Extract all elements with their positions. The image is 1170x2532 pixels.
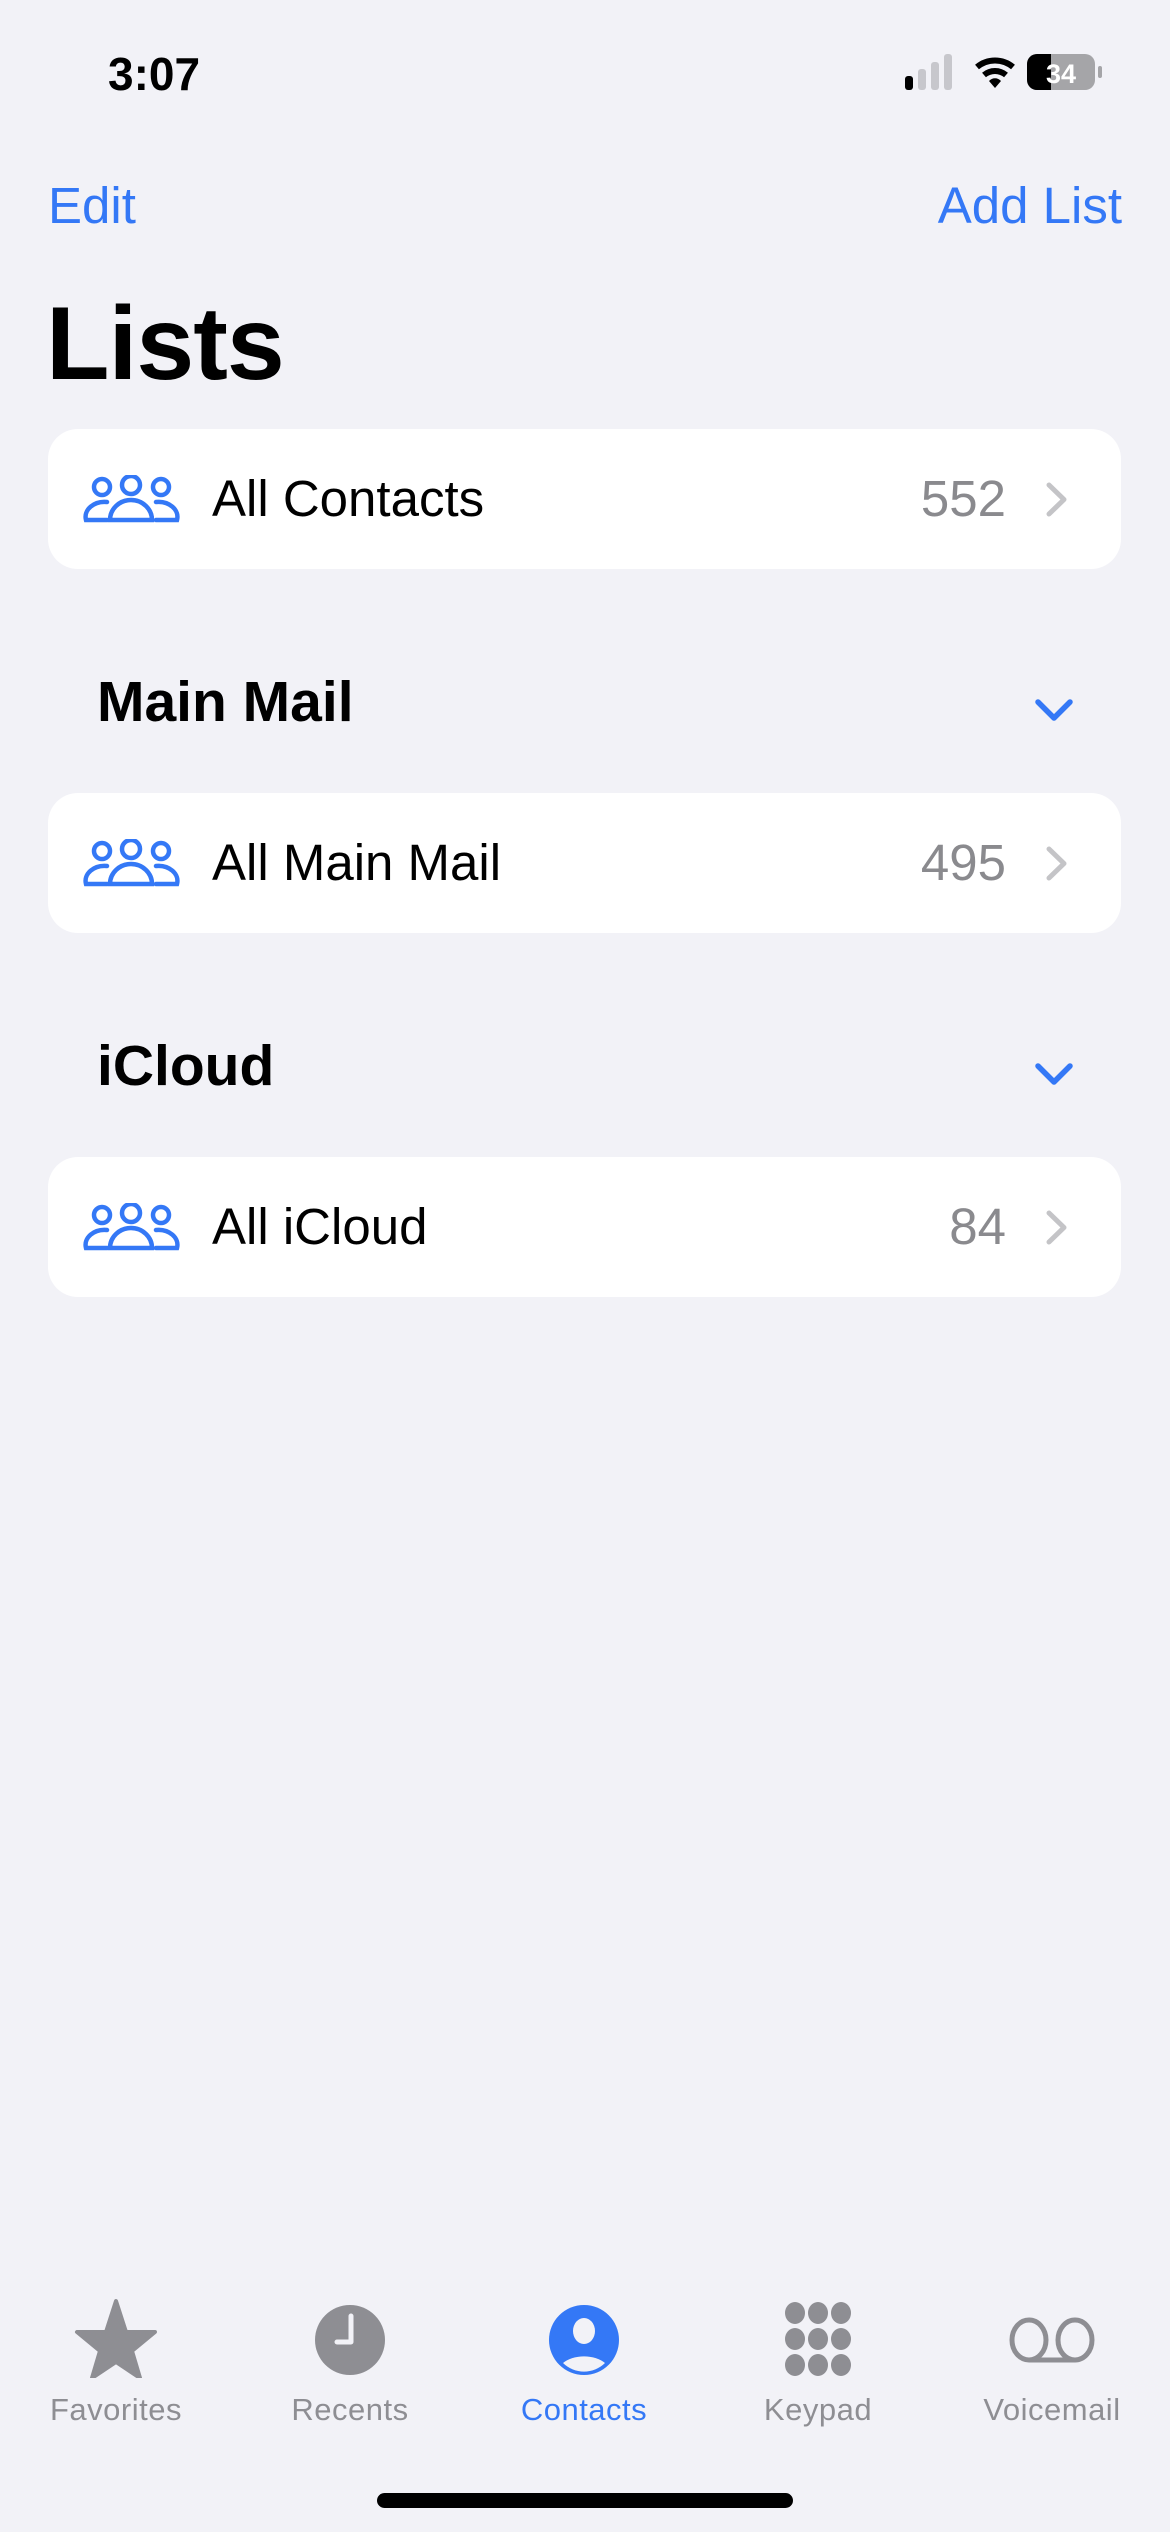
tab-voicemail[interactable]: Voicemail <box>942 2280 1162 2430</box>
cellular-signal-icon <box>905 54 952 90</box>
row-count: 495 <box>920 834 1006 891</box>
chevron-right-icon <box>1046 1210 1067 1245</box>
page-title: Lists <box>46 286 285 402</box>
chevron-right-icon <box>1046 482 1067 517</box>
status-time: 3:07 <box>108 48 201 100</box>
tab-label: Voicemail <box>983 2392 1121 2427</box>
add-list-button[interactable]: Add List <box>938 178 1122 234</box>
battery-icon: 34 <box>1027 54 1102 90</box>
row-count: 84 <box>949 1198 1006 1255</box>
row-label: All Main Mail <box>212 834 502 891</box>
star-icon <box>75 2299 157 2378</box>
clock-icon <box>315 2305 385 2375</box>
person-circle-icon <box>549 2305 619 2375</box>
section-header-icloud: iCloud <box>97 1034 275 1098</box>
tab-label: Keypad <box>763 2392 873 2427</box>
group-icon <box>83 475 180 523</box>
chevron-down-icon[interactable] <box>1030 694 1078 730</box>
row-label: All Contacts <box>212 470 485 527</box>
tab-label: Favorites <box>50 2392 182 2427</box>
row-label: All iCloud <box>212 1198 428 1255</box>
keypad-icon <box>785 2302 851 2376</box>
edit-button[interactable]: Edit <box>48 178 136 234</box>
battery-percent: 34 <box>1046 59 1076 89</box>
tab-keypad[interactable]: Keypad <box>708 2280 928 2430</box>
tab-contacts[interactable]: Contacts <box>474 2280 694 2430</box>
group-icon <box>83 1203 180 1251</box>
section-header-main-mail: Main Mail <box>97 670 354 734</box>
list-row-all-main-mail[interactable]: All Main Mail 495 <box>48 793 1121 933</box>
tab-recents[interactable]: Recents <box>240 2280 460 2430</box>
voicemail-icon <box>1009 2317 1095 2363</box>
chevron-down-icon[interactable] <box>1030 1058 1078 1094</box>
list-row-all-icloud[interactable]: All iCloud 84 <box>48 1157 1121 1297</box>
wifi-icon <box>975 57 1015 88</box>
status-icons-svg: 34 <box>905 54 1102 90</box>
tab-label: Recents <box>291 2392 409 2427</box>
tab-bar: Favorites Recents Contacts Keypad Voicem… <box>0 2280 1170 2440</box>
tab-label: Contacts <box>520 2392 648 2427</box>
row-count: 552 <box>920 470 1006 527</box>
group-icon <box>83 839 180 887</box>
home-indicator[interactable] <box>377 2493 793 2508</box>
status-icons: 34 <box>900 52 1120 92</box>
chevron-right-icon <box>1046 846 1067 881</box>
list-row-all-contacts[interactable]: All Contacts 552 <box>48 429 1121 569</box>
tab-favorites[interactable]: Favorites <box>6 2280 226 2430</box>
